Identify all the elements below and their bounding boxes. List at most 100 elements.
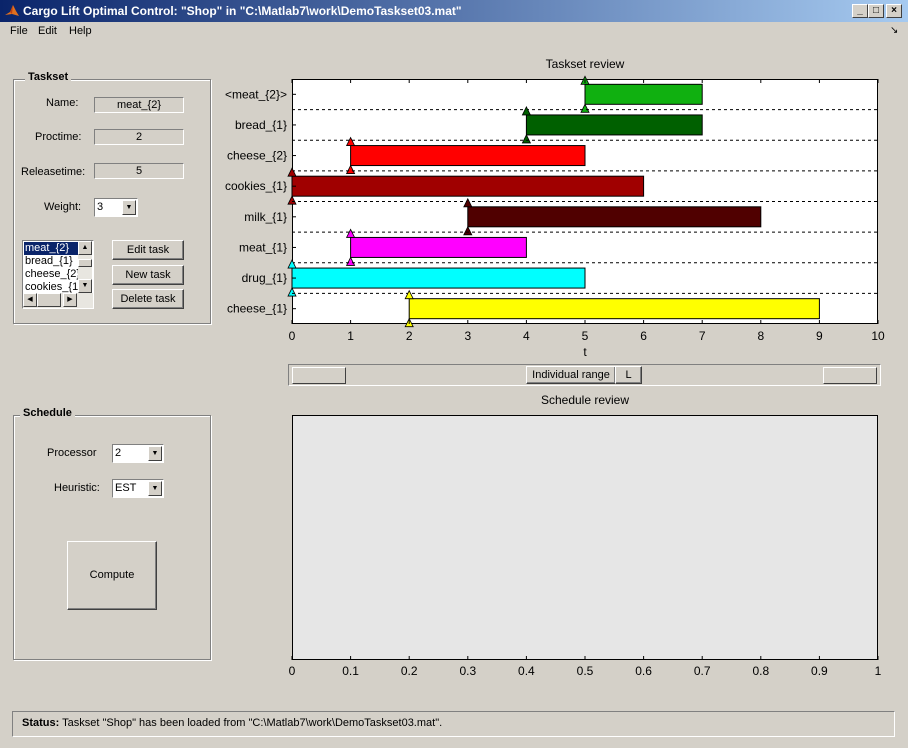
taskset-review-chart: <meat_{2}> bread_{1} cheese_{2} cookies_{1}…	[225, 75, 885, 359]
x-tick-label: 5	[582, 329, 589, 343]
compute-button[interactable]: Compute	[67, 541, 157, 610]
status-label: Status:	[22, 717, 60, 729]
taskset-panel-title: Taskset	[25, 71, 72, 83]
scroll-down-icon[interactable]: ▼	[78, 279, 92, 293]
weight-select-value: 3	[97, 201, 104, 213]
processor-label: Processor	[47, 447, 97, 459]
release-marker	[463, 225, 473, 236]
menu-bar: File Edit Help ↘	[0, 22, 908, 42]
release-marker	[287, 195, 297, 205]
maximize-button[interactable]: □	[868, 4, 884, 18]
x-tick-label: 0.1	[342, 664, 359, 678]
x-tick-label: 0.7	[694, 664, 711, 678]
proctime-field[interactable]: 2	[94, 129, 184, 145]
processor-select-value: 2	[115, 447, 122, 459]
release-marker	[287, 259, 297, 269]
x-tick-label: 8	[757, 329, 764, 343]
slider-left-handle[interactable]	[292, 367, 346, 384]
task-bar	[525, 114, 703, 136]
x-tick-label: 0.5	[577, 664, 594, 678]
release-marker	[345, 136, 356, 146]
heuristic-select[interactable]: EST ▼	[112, 479, 164, 498]
x-tick-label: 0.2	[401, 664, 418, 678]
x-tick-label: 4	[523, 329, 530, 343]
delete-task-button[interactable]: Delete task	[112, 289, 184, 309]
menu-help[interactable]: Help	[69, 25, 92, 37]
window-title: Cargo Lift Optimal Control: "Shop" in "C…	[23, 4, 462, 18]
x-tick-label: 0.3	[459, 664, 476, 678]
task-label: drug_{1}	[242, 271, 287, 285]
x-tick-label: 0.6	[635, 664, 652, 678]
status-bar: Status: Taskset "Shop" has been loaded f…	[12, 711, 895, 737]
range-lock-toggle[interactable]: L	[615, 366, 642, 384]
heuristic-label: Heuristic:	[54, 482, 100, 494]
slider-right-handle[interactable]	[823, 367, 877, 384]
menu-file[interactable]: File	[10, 25, 28, 37]
x-tick-label: 1	[875, 664, 882, 678]
release-marker	[287, 287, 297, 297]
task-bar	[350, 145, 586, 167]
weight-select[interactable]: 3 ▼	[94, 198, 138, 217]
title-bar: Cargo Lift Optimal Control: "Shop" in "C…	[0, 0, 908, 22]
individual-range-button[interactable]: Individual range	[526, 366, 616, 384]
menu-edit[interactable]: Edit	[38, 25, 57, 37]
matlab-logo-icon	[5, 5, 19, 16]
release-marker	[345, 228, 356, 238]
heuristic-select-value: EST	[115, 482, 137, 494]
list-item[interactable]: cheese_{2}	[24, 268, 80, 281]
task-bar	[584, 83, 703, 105]
toolbar-arrow-icon[interactable]: ↘	[890, 25, 898, 36]
chevron-down-icon[interactable]: ▼	[148, 481, 162, 496]
x-tick-label: 0.9	[811, 664, 828, 678]
x-tick-label: 10	[871, 329, 885, 343]
scroll-right-icon[interactable]: ▶	[63, 293, 77, 307]
task-label: <meat_{2}>	[225, 87, 287, 101]
scrollbar-thumb[interactable]	[78, 259, 92, 267]
x-tick-label: 0	[289, 329, 296, 343]
x-tick-label: 0.8	[752, 664, 769, 678]
name-field[interactable]: meat_{2}	[94, 97, 184, 113]
task-label: milk_{1}	[244, 210, 287, 224]
task-bar	[467, 206, 762, 228]
schedule-review-title: Schedule review	[540, 393, 630, 407]
name-label: Name:	[46, 97, 79, 109]
status-text: Taskset "Shop" has been loaded from "C:\…	[62, 717, 443, 729]
x-tick-label: 7	[699, 329, 706, 343]
release-marker	[580, 103, 590, 113]
minimize-button[interactable]: _	[852, 4, 868, 18]
task-label: cookies_{1}	[225, 179, 287, 193]
task-label: bread_{1}	[235, 118, 287, 132]
releasetime-label: Releasetime:	[21, 166, 86, 178]
task-bar	[350, 236, 527, 258]
release-marker	[345, 256, 356, 266]
schedule-panel-title: Schedule	[20, 407, 75, 419]
schedule-review-axes	[292, 415, 878, 660]
new-task-button[interactable]: New task	[112, 265, 184, 285]
releasetime-field[interactable]: 5	[94, 163, 184, 179]
schedule-review-x-axis: 0 0.1 0.2 0.3 0.4 0.5 0.6 0.7 0.8 0.9 1	[289, 656, 882, 678]
release-marker	[345, 164, 356, 174]
edit-task-button[interactable]: Edit task	[112, 240, 184, 260]
task-bar	[408, 298, 820, 320]
task-bar	[291, 175, 645, 197]
range-slider[interactable]: Individual range L	[288, 364, 881, 386]
release-marker	[463, 197, 473, 208]
task-listbox[interactable]: meat_{2} bread_{1} cheese_{2} cookies_{1…	[22, 240, 94, 309]
release-marker	[521, 106, 532, 116]
close-button[interactable]: ×	[886, 4, 902, 18]
list-item[interactable]: meat_{2}	[24, 242, 80, 255]
processor-select[interactable]: 2 ▼	[112, 444, 164, 463]
x-tick-label: 9	[816, 329, 823, 343]
x-tick-label: 0.4	[518, 664, 535, 678]
horizontal-scrollbar-thumb[interactable]	[37, 293, 61, 307]
task-label: cheese_{2}	[227, 149, 287, 163]
chevron-down-icon[interactable]: ▼	[148, 446, 162, 461]
release-marker	[287, 167, 297, 177]
chevron-down-icon[interactable]: ▼	[122, 200, 136, 215]
proctime-label: Proctime:	[35, 131, 82, 143]
x-tick-label: 2	[406, 329, 413, 343]
list-item[interactable]: bread_{1}	[24, 255, 73, 268]
scroll-left-icon[interactable]: ◀	[23, 293, 37, 307]
task-label: meat_{1}	[239, 240, 287, 254]
scroll-up-icon[interactable]: ▲	[78, 241, 92, 255]
